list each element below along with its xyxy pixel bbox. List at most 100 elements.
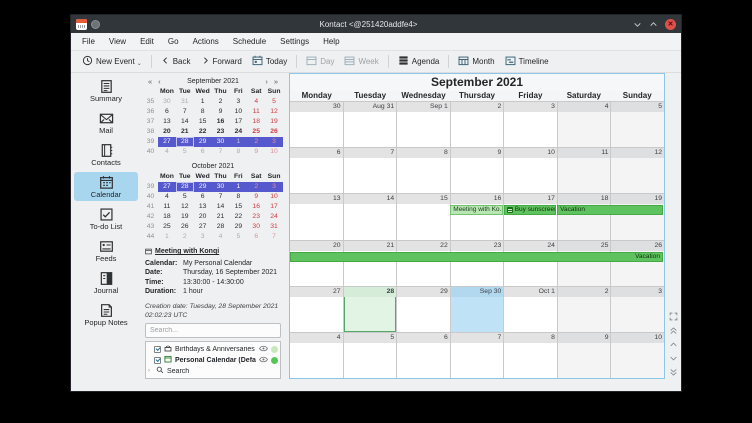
month-day-cell[interactable]: 7 xyxy=(450,333,504,378)
prev-month-button[interactable]: ‹ xyxy=(155,77,164,86)
minical-day[interactable]: 19 xyxy=(176,212,194,222)
minical-day[interactable]: 6 xyxy=(158,107,176,117)
toolbar-month-button[interactable]: Month xyxy=(453,53,499,70)
minical-day[interactable]: 2 xyxy=(176,232,194,242)
minical-day[interactable]: 13 xyxy=(194,202,212,212)
toolbar-forward-button[interactable]: Forward xyxy=(196,54,247,69)
month-day-cell[interactable]: Oct 1 xyxy=(503,287,557,332)
month-day-cell[interactable]: 28 xyxy=(343,287,397,332)
titlebar[interactable]: Kontact <@251420addfe4> ✕ xyxy=(71,15,681,33)
month-day-cell[interactable]: 30 xyxy=(290,102,343,147)
month-day-cell[interactable]: 8 xyxy=(396,148,450,193)
minical-day[interactable]: 4 xyxy=(158,147,176,157)
month-day-cell[interactable]: 20 xyxy=(290,241,343,286)
expand-button[interactable] xyxy=(667,311,679,321)
week-number[interactable]: 44 xyxy=(143,232,158,242)
minical-day[interactable]: 20 xyxy=(194,212,212,222)
week-number[interactable]: 35 xyxy=(143,97,158,107)
week-number[interactable]: 39 xyxy=(143,137,158,147)
minical-day[interactable]: 3 xyxy=(229,97,247,107)
minical-day[interactable]: 30 xyxy=(247,222,265,232)
minical-day[interactable]: 8 xyxy=(229,147,247,157)
minical-day[interactable]: 10 xyxy=(265,147,283,157)
minical-day[interactable]: 4 xyxy=(247,97,265,107)
month-day-cell[interactable]: 9 xyxy=(450,148,504,193)
minical-day[interactable]: 19 xyxy=(265,117,283,127)
month-day-cell[interactable]: 19 xyxy=(610,194,664,239)
menu-actions[interactable]: Actions xyxy=(186,35,226,48)
menu-go[interactable]: Go xyxy=(161,35,186,48)
month-day-cell[interactable]: 23 xyxy=(450,241,504,286)
month-day-cell[interactable]: 4 xyxy=(290,333,343,378)
month-day-cell[interactable]: Sep 1 xyxy=(396,102,450,147)
month-day-cell[interactable]: 5 xyxy=(343,333,397,378)
month-day-cell[interactable]: 26 xyxy=(610,241,664,286)
menu-schedule[interactable]: Schedule xyxy=(226,35,273,48)
month-day-cell[interactable]: 21 xyxy=(343,241,397,286)
minical-day[interactable]: 13 xyxy=(158,117,176,127)
month-day-cell[interactable]: 16 xyxy=(450,194,504,239)
minical-day[interactable]: 12 xyxy=(176,202,194,212)
minical-day[interactable]: 18 xyxy=(247,117,265,127)
minical-day[interactable]: 2 xyxy=(247,137,265,147)
minical-day[interactable]: 18 xyxy=(158,212,176,222)
calendar-checkbox[interactable] xyxy=(154,346,161,353)
month-day-cell[interactable]: 4 xyxy=(557,102,611,147)
toolbar-back-button[interactable]: Back xyxy=(156,54,196,69)
toolbar-agenda-button[interactable]: Agenda xyxy=(393,53,445,70)
minical-day[interactable]: 31 xyxy=(176,97,194,107)
month-day-cell[interactable]: 15 xyxy=(396,194,450,239)
minimize-button[interactable] xyxy=(633,20,642,29)
minical-day[interactable]: 3 xyxy=(265,137,283,147)
month-day-cell[interactable]: 22 xyxy=(396,241,450,286)
minical-day[interactable]: 1 xyxy=(229,137,247,147)
minical-day[interactable]: 21 xyxy=(212,212,230,222)
month-day-cell[interactable]: 14 xyxy=(343,194,397,239)
month-day-cell[interactable]: Aug 31 xyxy=(343,102,397,147)
minical-day[interactable]: 9 xyxy=(247,192,265,202)
minical-day[interactable]: 2 xyxy=(247,182,265,192)
minical-day[interactable]: 22 xyxy=(194,127,212,137)
maximize-button[interactable] xyxy=(649,20,658,29)
minical-day[interactable]: 28 xyxy=(176,182,194,192)
minical-day[interactable]: 3 xyxy=(265,182,283,192)
minical-day[interactable]: 1 xyxy=(158,232,176,242)
week-number[interactable]: 40 xyxy=(143,192,158,202)
event-bar[interactable]: Meeting with Ko... xyxy=(450,205,502,215)
calendar-list-item-search[interactable]: ›Search xyxy=(148,366,278,377)
month-day-cell[interactable]: 3 xyxy=(503,102,557,147)
minical-day[interactable]: 6 xyxy=(194,192,212,202)
week-number[interactable]: 41 xyxy=(143,202,158,212)
week-number[interactable]: 37 xyxy=(143,117,158,127)
menu-edit[interactable]: Edit xyxy=(133,35,161,48)
minical-day[interactable]: 3 xyxy=(194,232,212,242)
minical-day[interactable]: 9 xyxy=(247,147,265,157)
minical-day[interactable]: 10 xyxy=(265,192,283,202)
week-number[interactable]: 40 xyxy=(143,147,158,157)
minical-day[interactable]: 30 xyxy=(158,97,176,107)
toolbar-new-event-button[interactable]: New Event⌄ xyxy=(77,53,147,70)
minical-day[interactable]: 22 xyxy=(229,212,247,222)
month-day-cell[interactable]: 10 xyxy=(610,333,664,378)
week-number[interactable]: 43 xyxy=(143,222,158,232)
month-day-cell[interactable]: Sep 30 xyxy=(450,287,504,332)
minical-day[interactable]: 27 xyxy=(194,222,212,232)
minical-day[interactable]: 26 xyxy=(265,127,283,137)
chevron-down-button[interactable] xyxy=(667,353,679,363)
sidebar-item-mail[interactable]: Mail xyxy=(74,108,138,137)
minical-day[interactable]: 24 xyxy=(229,127,247,137)
minical-day[interactable]: 10 xyxy=(229,107,247,117)
menu-file[interactable]: File xyxy=(75,35,102,48)
week-number[interactable]: 38 xyxy=(143,127,158,137)
close-button[interactable]: ✕ xyxy=(665,19,676,30)
week-number[interactable]: 39 xyxy=(143,182,158,192)
minical-day[interactable]: 4 xyxy=(212,232,230,242)
minical-day[interactable]: 8 xyxy=(194,107,212,117)
minical-day[interactable]: 1 xyxy=(194,97,212,107)
menu-settings[interactable]: Settings xyxy=(273,35,316,48)
month-day-cell[interactable]: 10 xyxy=(503,148,557,193)
event-bar[interactable]: Vacation xyxy=(557,205,663,215)
month-day-cell[interactable]: 2 xyxy=(450,102,504,147)
minical-day[interactable]: 15 xyxy=(229,202,247,212)
minical-day[interactable]: 25 xyxy=(158,222,176,232)
